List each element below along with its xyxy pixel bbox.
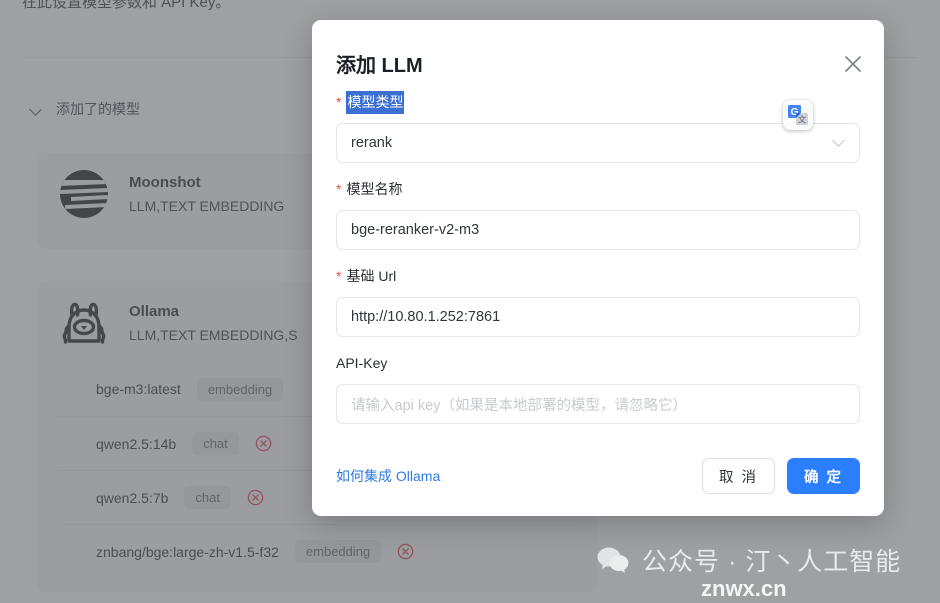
chevron-down-icon[interactable] [834,136,845,147]
dialog-footer: 如何集成 Ollama 取 消 确 定 [336,458,860,494]
dialog-title: 添加 LLM [336,55,423,77]
field-label: * 模型类型 [336,90,860,114]
model-name-value: bge-reranker-v2-m3 [351,222,480,238]
model-name-input[interactable]: bge-reranker-v2-m3 [336,210,860,250]
required-asterisk: * [336,94,342,110]
field-label-text: 基础 Url [346,268,397,284]
field-model-type: * 模型类型 rerank [336,90,860,163]
api-key-input[interactable]: 请输入api key（如果是本地部署的模型，请忽略它） [336,384,860,424]
integration-help-link[interactable]: 如何集成 Ollama [336,466,440,486]
field-label-text: 模型类型 [346,90,405,114]
field-label-text: API-Key [336,355,388,371]
screen-root: 在此设置模型参数和 API Key。 添加了的模型 [0,0,940,603]
field-api-key: API-Key 请输入api key（如果是本地部署的模型，请忽略它） [336,351,860,424]
confirm-button[interactable]: 确 定 [786,458,860,494]
base-url-input[interactable]: http://10.80.1.252:7861 [336,297,860,337]
model-type-value: rerank [351,135,393,151]
google-translate-icon[interactable]: G 文 [783,100,813,130]
base-url-value: http://10.80.1.252:7861 [351,309,501,325]
wechat-icon [597,547,629,573]
required-asterisk: * [336,181,342,197]
svg-text:文: 文 [798,115,807,125]
required-asterisk: * [336,268,342,284]
add-llm-dialog: 添加 LLM * 模型类型 rerank * 模型名称 bge-reranker… [312,20,884,516]
watermark-url: znwx.cn [701,576,787,601]
watermark: 公众号 · 汀丶人工智能 [596,542,901,578]
field-base-url: * 基础 Url http://10.80.1.252:7861 [336,264,860,337]
api-key-placeholder: 请输入api key（如果是本地部署的模型，请忽略它） [351,397,687,414]
field-label: * 基础 Url [336,264,860,288]
field-label-text: 模型名称 [346,181,403,197]
add-llm-form: * 模型类型 rerank * 模型名称 bge-reranker-v2-m3 [336,90,860,438]
dialog-actions: 取 消 确 定 [701,458,860,494]
field-label: * 模型名称 [336,177,860,201]
cancel-button[interactable]: 取 消 [701,458,775,494]
field-model-name: * 模型名称 bge-reranker-v2-m3 [336,177,860,250]
close-icon[interactable] [842,53,864,75]
watermark-text: 公众号 · 汀丶人工智能 [642,548,902,576]
model-type-select[interactable]: rerank [336,123,860,163]
field-label: API-Key [336,351,860,375]
